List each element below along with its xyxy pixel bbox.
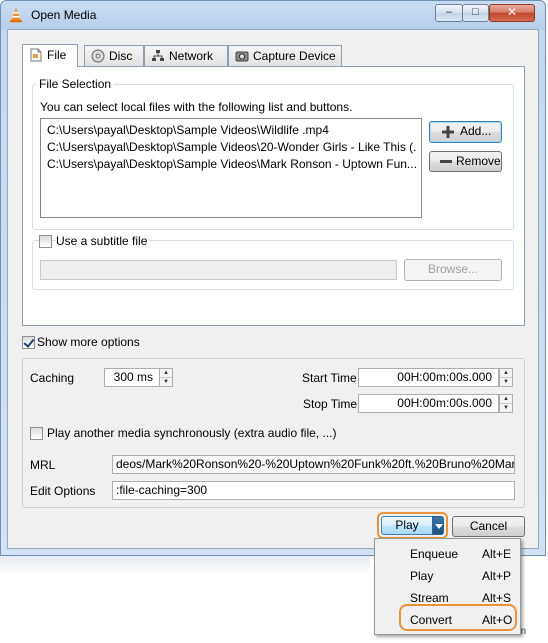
- menu-item-label: Enqueue: [410, 547, 459, 561]
- list-item[interactable]: C:\Users\payal\Desktop\Sample Videos\Mar…: [47, 157, 417, 173]
- edit-options-label: Edit Options: [30, 484, 96, 498]
- mrl-field[interactable]: deos/Mark%20Ronson%20-%20Uptown%20Funk%2…: [112, 455, 515, 474]
- start-time-spinner[interactable]: ▲ ▼: [499, 368, 513, 387]
- subtitle-checkbox-label: Use a subtitle file: [56, 234, 151, 248]
- spin-up-icon[interactable]: ▲: [500, 395, 512, 404]
- maximize-button[interactable]: □: [462, 4, 489, 22]
- play-options-menu: Enqueue Alt+E Play Alt+P Stream Alt+S Co…: [374, 538, 521, 635]
- list-item[interactable]: C:\Users\payal\Desktop\Sample Videos\20-…: [47, 140, 417, 156]
- tab-file-label: File: [47, 48, 67, 62]
- tab-network-label: Network: [169, 49, 214, 63]
- menu-item-play[interactable]: Play Alt+P: [378, 565, 517, 587]
- disc-icon: [91, 49, 105, 63]
- caching-spinner[interactable]: ▲ ▼: [159, 368, 173, 387]
- minimize-button[interactable]: –: [435, 4, 463, 22]
- vlc-cone-icon: [10, 8, 22, 23]
- title-bar[interactable]: Open Media – □ ✕: [1, 1, 547, 29]
- tab-file[interactable]: File: [22, 44, 78, 67]
- capture-device-icon: [235, 51, 249, 62]
- stop-time-spinner[interactable]: ▲ ▼: [499, 394, 513, 413]
- tab-disc-label: Disc: [109, 49, 133, 63]
- mrl-label: MRL: [30, 458, 56, 472]
- tab-capture-device[interactable]: Capture Device: [228, 45, 342, 66]
- spin-down-icon[interactable]: ▼: [500, 404, 512, 412]
- show-more-options-label: Show more options: [37, 335, 140, 349]
- add-file-label: Add...: [460, 124, 492, 138]
- menu-item-shortcut: Alt+S: [482, 591, 512, 605]
- window-title: Open Media: [31, 8, 97, 22]
- menu-item-shortcut: Alt+P: [482, 569, 512, 583]
- play-synchronously-checkbox[interactable]: [30, 427, 43, 440]
- close-icon: ✕: [506, 5, 518, 19]
- maximize-icon: □: [472, 6, 479, 18]
- convert-highlight-ring: [399, 604, 517, 631]
- play-highlight-ring: Play: [377, 512, 448, 539]
- add-file-button[interactable]: Add...: [429, 121, 502, 143]
- remove-file-button[interactable]: Remove: [429, 151, 502, 172]
- subtitle-path-field[interactable]: [40, 260, 397, 280]
- spin-up-icon[interactable]: ▲: [160, 369, 172, 378]
- tab-capture-device-label: Capture Device: [253, 49, 336, 63]
- tab-network[interactable]: Network: [144, 45, 228, 66]
- background-strip: [0, 556, 370, 576]
- caching-label: Caching: [30, 371, 75, 385]
- start-time-label: Start Time: [302, 371, 357, 385]
- stop-time-field[interactable]: 00H:00m:00s.000: [358, 394, 499, 413]
- edit-options-field[interactable]: :file-caching=300: [112, 481, 515, 500]
- stop-time-label: Stop Time: [303, 397, 358, 411]
- file-icon: [30, 48, 42, 62]
- file-selection-hint: You can select local files with the foll…: [40, 100, 353, 114]
- start-time-field[interactable]: 00H:00m:00s.000: [358, 368, 499, 387]
- menu-item-enqueue[interactable]: Enqueue Alt+E: [378, 543, 517, 565]
- menu-item-shortcut: Alt+E: [482, 547, 512, 561]
- menu-item-label: Stream: [410, 591, 449, 605]
- tab-disc[interactable]: Disc: [84, 45, 144, 66]
- subtitle-checkbox[interactable]: [39, 235, 52, 248]
- network-icon: [152, 50, 164, 61]
- caching-field[interactable]: 300 ms: [104, 368, 160, 387]
- spin-up-icon[interactable]: ▲: [500, 369, 512, 378]
- show-more-options-checkbox[interactable]: [22, 336, 35, 349]
- play-synchronously-label: Play another media synchronously (extra …: [47, 426, 337, 440]
- spin-down-icon[interactable]: ▼: [160, 378, 172, 386]
- minimize-icon: –: [445, 6, 453, 18]
- file-list[interactable]: C:\Users\payal\Desktop\Sample Videos\Wil…: [40, 118, 422, 218]
- spin-down-icon[interactable]: ▼: [500, 378, 512, 386]
- minus-icon: [440, 160, 452, 163]
- file-selection-title: File Selection: [36, 77, 115, 91]
- close-button[interactable]: ✕: [489, 4, 535, 22]
- plus-icon: [442, 126, 454, 138]
- list-item[interactable]: C:\Users\payal\Desktop\Sample Videos\Wil…: [47, 123, 417, 139]
- cancel-button[interactable]: Cancel: [452, 516, 525, 537]
- remove-file-label: Remove: [456, 154, 501, 168]
- browse-button[interactable]: Browse...: [404, 259, 502, 281]
- play-dropdown-arrow-icon[interactable]: [432, 516, 444, 535]
- menu-item-label: Play: [410, 569, 434, 583]
- play-button[interactable]: Play: [381, 516, 432, 535]
